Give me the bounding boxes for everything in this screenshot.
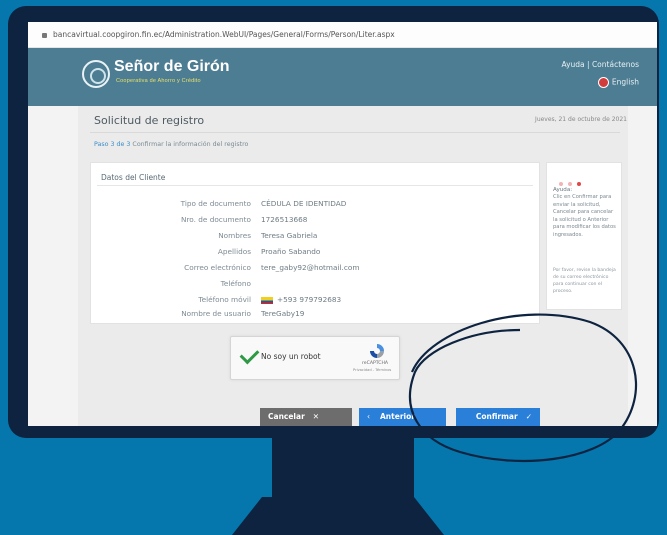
step-number: Paso 3 de 3 [94, 141, 131, 148]
row-value: TereGaby19 [261, 309, 305, 318]
address-bar[interactable]: bancavirtual.coopgiron.fin.ec/Administra… [28, 22, 657, 48]
language-label: English [611, 77, 639, 87]
row-label: Tipo de documento [180, 199, 251, 208]
help-contact-links[interactable]: Ayuda | Contáctenos [561, 60, 639, 69]
row-value: Proaño Sabando [261, 247, 321, 256]
row-value: 1726513668 [261, 215, 308, 224]
data-row-document-number: Nro. de documento 1726513668 [91, 215, 539, 229]
help-title: Ayuda: [553, 187, 573, 193]
logo-subtitle: Cooperativa de Ahorro y Crédito [116, 78, 201, 84]
row-value: Teresa Gabriela [261, 231, 318, 240]
row-label: Correo electrónico [184, 263, 251, 272]
row-value: +593 979792683 [261, 295, 341, 304]
recaptcha-links[interactable]: Privacidad - Términos [353, 368, 391, 372]
help-box: Ayuda: Clic en Confirmar para enviar la … [546, 162, 622, 310]
logo-icon [82, 60, 110, 88]
site-header: Señor de Girón Cooperativa de Ahorro y C… [28, 48, 657, 106]
data-row-surnames: Apellidos Proaño Sabando [91, 247, 539, 261]
help-text: Clic en Confirmar para enviar la solicit… [553, 194, 616, 238]
lock-icon [42, 32, 47, 38]
row-label: Teléfono [220, 279, 251, 288]
row-label: Nombre de usuario [181, 309, 251, 318]
confirm-button[interactable]: Confirmar ✓ [456, 408, 540, 426]
data-row-username: Nombre de usuario TereGaby19 [91, 309, 539, 323]
data-row-phone: Teléfono [91, 279, 539, 293]
card-title: Datos del Cliente [101, 173, 166, 182]
confirm-label: Confirmar [475, 412, 518, 421]
recaptcha-widget[interactable]: No soy un robot reCAPTCHA Privacidad - T… [230, 336, 400, 380]
page-date: Jueves, 21 de octubre de 2021 [535, 116, 627, 123]
uk-flag-icon [597, 77, 609, 88]
divider [90, 132, 620, 133]
recaptcha-label: No soy un robot [261, 352, 321, 361]
row-label: Nombres [218, 231, 251, 240]
recaptcha-check-icon[interactable] [239, 344, 260, 365]
client-data-card: Datos del Cliente Tipo de documento CÉDU… [90, 162, 540, 324]
monitor-stand-base [232, 497, 444, 535]
close-icon: ✕ [312, 412, 320, 421]
monitor-frame: bancavirtual.coopgiron.fin.ec/Administra… [8, 6, 659, 438]
ecuador-flag-icon [261, 296, 273, 304]
row-value: tere_gaby92@hotmail.com [261, 263, 360, 272]
monitor-stand-neck [272, 438, 414, 500]
language-switch[interactable]: English [561, 77, 639, 88]
header-links: Ayuda | Contáctenos English [561, 60, 639, 88]
page-title: Solicitud de registro [94, 114, 205, 127]
browser-screen: bancavirtual.coopgiron.fin.ec/Administra… [28, 22, 657, 426]
row-label: Apellidos [217, 247, 251, 256]
previous-label: Anterior [380, 412, 415, 421]
data-row-mobile: Teléfono móvil +593 979792683 [91, 295, 539, 309]
data-row-names: Nombres Teresa Gabriela [91, 231, 539, 245]
recaptcha-logo-icon [370, 344, 384, 358]
step-indicator: Paso 3 de 3 Confirmar la información del… [94, 141, 248, 148]
logo-name: Señor de Girón [114, 58, 230, 75]
row-label: Nro. de documento [181, 215, 251, 224]
help-note: Por favor, revise la bandeja de su corre… [553, 268, 616, 294]
address-url: bancavirtual.coopgiron.fin.ec/Administra… [53, 30, 395, 39]
divider [97, 185, 533, 186]
cancel-button[interactable]: Cancelar ✕ [260, 408, 352, 426]
data-row-email: Correo electrónico tere_gaby92@hotmail.c… [91, 263, 539, 277]
previous-button[interactable]: ‹ Anterior [359, 408, 446, 426]
row-label: Teléfono móvil [198, 295, 251, 304]
data-row-document-type: Tipo de documento CÉDULA DE IDENTIDAD [91, 199, 539, 213]
row-value: CÉDULA DE IDENTIDAD [261, 199, 347, 208]
cancel-label: Cancelar [268, 412, 305, 421]
recaptcha-brand: reCAPTCHA [362, 361, 389, 366]
chevron-left-icon: ‹ [367, 412, 370, 421]
step-description: Confirmar la información del registro [132, 141, 249, 148]
check-icon: ✓ [525, 412, 532, 421]
mobile-number: +593 979792683 [277, 295, 342, 304]
